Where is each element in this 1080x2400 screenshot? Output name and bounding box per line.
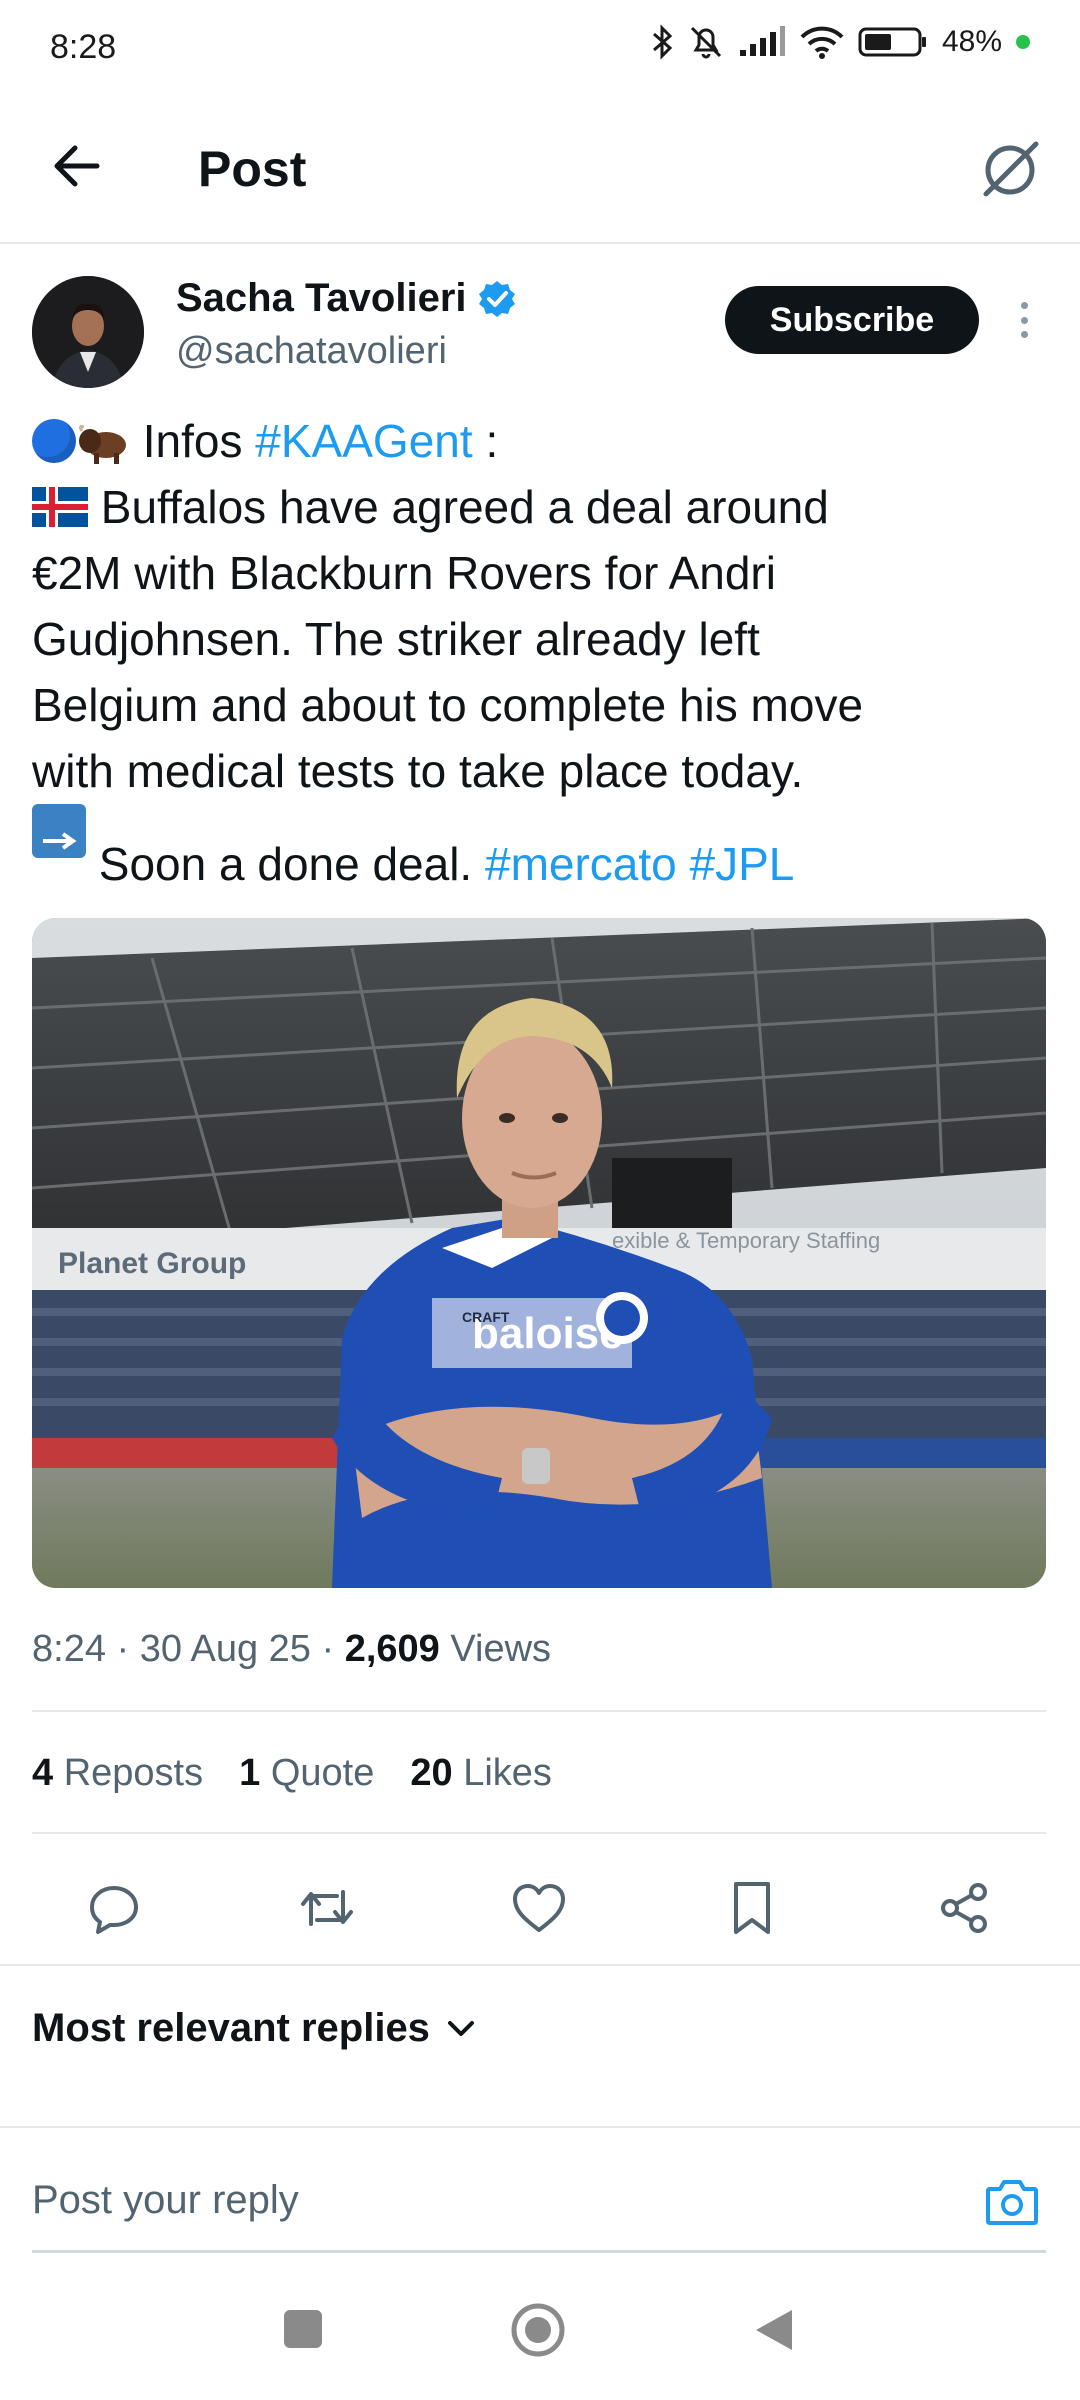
tweet-line-1: Infos #KAAGent :: [32, 408, 1042, 474]
battery-icon: [858, 27, 926, 57]
reposts-count: 4: [32, 1752, 54, 1794]
quotes-label: Quote: [270, 1752, 375, 1794]
tweet-line-7: SOON Soon a done deal. #mercato #JPL: [32, 804, 1042, 897]
repost-icon: [300, 1890, 353, 1926]
iceland-flag-icon: [32, 487, 88, 527]
stadium-photo: Planet Group exible & Temporary Staffing…: [32, 918, 1046, 1588]
more-dot: [1020, 316, 1028, 324]
arrow-left-icon: [54, 145, 100, 187]
hashtag-mercato[interactable]: #mercato: [485, 838, 677, 890]
tweet-line-1-suffix: :: [485, 415, 499, 467]
soon-icon-text: SOON: [38, 877, 80, 893]
reply-icon: [90, 1886, 138, 1934]
home-button[interactable]: [510, 2302, 566, 2358]
tweet-actions: [32, 1866, 1046, 1950]
divider: [0, 1964, 1080, 1966]
grok-icon: [983, 141, 1039, 197]
header-divider: [0, 242, 1080, 244]
tweet-line-5: Belgium and about to complete his move: [32, 679, 864, 731]
tweet-media-image[interactable]: Planet Group exible & Temporary Staffing…: [32, 918, 1046, 1588]
bluetooth-icon: [652, 24, 673, 60]
reply-underline: [32, 2250, 1046, 2253]
blue-circle-emoji-icon: [32, 419, 76, 463]
replies-sort-dropdown[interactable]: Most relevant replies: [32, 2006, 476, 2051]
tweet-line-4: Gudjohnsen. The striker already left: [32, 613, 760, 665]
soon-arrow-emoji-icon: SOON: [32, 804, 86, 892]
quotes-count: 1: [239, 1752, 261, 1794]
more-dot: [1020, 302, 1028, 309]
likes-stat[interactable]: 20 Likes: [410, 1752, 552, 1795]
bison-emoji-icon: [78, 425, 126, 464]
chevron-down-icon: [447, 2020, 474, 2036]
status-icons: 48%: [652, 24, 1030, 60]
tweet-text: Infos #KAAGent : Buffalos have agreed a …: [32, 408, 1042, 897]
avatar[interactable]: [32, 276, 144, 388]
banner-left-text: Planet Group: [58, 1247, 246, 1280]
more-options-button[interactable]: [1004, 296, 1044, 344]
camera-icon: [986, 2180, 1038, 2225]
like-icon: [513, 1884, 565, 1932]
share-button[interactable]: [922, 1866, 1006, 1950]
reposts-stat[interactable]: 4 Reposts: [32, 1752, 203, 1795]
tweet-line-1-prefix: Infos: [142, 415, 243, 467]
more-dot: [1020, 331, 1028, 338]
divider: [0, 2126, 1080, 2128]
recent-apps-button[interactable]: [284, 2310, 322, 2348]
hashtag-jpl[interactable]: #JPL: [690, 838, 795, 890]
author-handle[interactable]: @sachatavolieri: [176, 330, 447, 373]
views-label: Views: [450, 1628, 552, 1670]
arrow-right-icon: [43, 832, 77, 850]
author-name[interactable]: Sacha Tavolieri: [176, 276, 467, 321]
tweet-line-7-text: Soon a done deal.: [98, 838, 473, 890]
verified-badge-icon: [478, 280, 515, 317]
share-icon: [941, 1883, 987, 1933]
author-name-row[interactable]: Sacha Tavolieri: [176, 276, 517, 321]
likes-label: Likes: [463, 1752, 552, 1794]
divider: [32, 1832, 1046, 1834]
tweet-date: 30 Aug 25: [139, 1628, 311, 1670]
jersey-brand-text: CRAFT: [462, 1309, 510, 1325]
camera-button[interactable]: [980, 2170, 1044, 2234]
hashtag-kaagent[interactable]: #KAAGent: [255, 415, 472, 467]
avatar-image: [32, 276, 144, 388]
reply-input[interactable]: [32, 2170, 932, 2230]
tweet-meta: 8:24 · 30 Aug 25 · 2,609 Views: [32, 1628, 552, 1670]
reposts-label: Reposts: [63, 1752, 204, 1794]
grok-button[interactable]: [970, 130, 1050, 210]
page-title: Post: [198, 141, 307, 197]
reply-button[interactable]: [72, 1866, 156, 1950]
signal-icon: [739, 26, 785, 56]
bookmark-icon: [733, 1882, 770, 1934]
like-button[interactable]: [497, 1866, 581, 1950]
nav-back-button[interactable]: [752, 2306, 796, 2354]
battery-status-dot: [1016, 35, 1030, 49]
tweet-line-2: Buffalos have agreed a deal around: [32, 474, 1042, 540]
likes-count: 20: [410, 1752, 453, 1794]
quotes-stat[interactable]: 1 Quote: [239, 1752, 374, 1795]
tweet-line-3: €2M with Blackburn Rovers for Andri: [32, 547, 776, 599]
wifi-icon: [800, 26, 844, 59]
tweet-line-6: with medical tests to take place today.: [32, 745, 804, 797]
banner-right-text: exible & Temporary Staffing: [612, 1228, 880, 1253]
battery-percent: 48%: [941, 25, 1002, 58]
views-count: 2,609: [344, 1628, 440, 1670]
bookmark-button[interactable]: [710, 1866, 794, 1950]
subscribe-button[interactable]: Subscribe: [725, 286, 979, 354]
tweet-line-2-text: Buffalos have agreed a deal around: [100, 481, 829, 533]
engagement-stats: 4 Reposts 1 Quote 20 Likes: [32, 1752, 552, 1795]
divider: [32, 1710, 1046, 1712]
back-button[interactable]: [40, 130, 112, 202]
replies-sort-label: Most relevant replies: [32, 2006, 430, 2050]
bell-off-icon: [690, 26, 722, 59]
status-time: 8:28: [50, 28, 117, 66]
tweet-time: 8:24: [32, 1628, 106, 1670]
repost-button[interactable]: [285, 1866, 369, 1950]
